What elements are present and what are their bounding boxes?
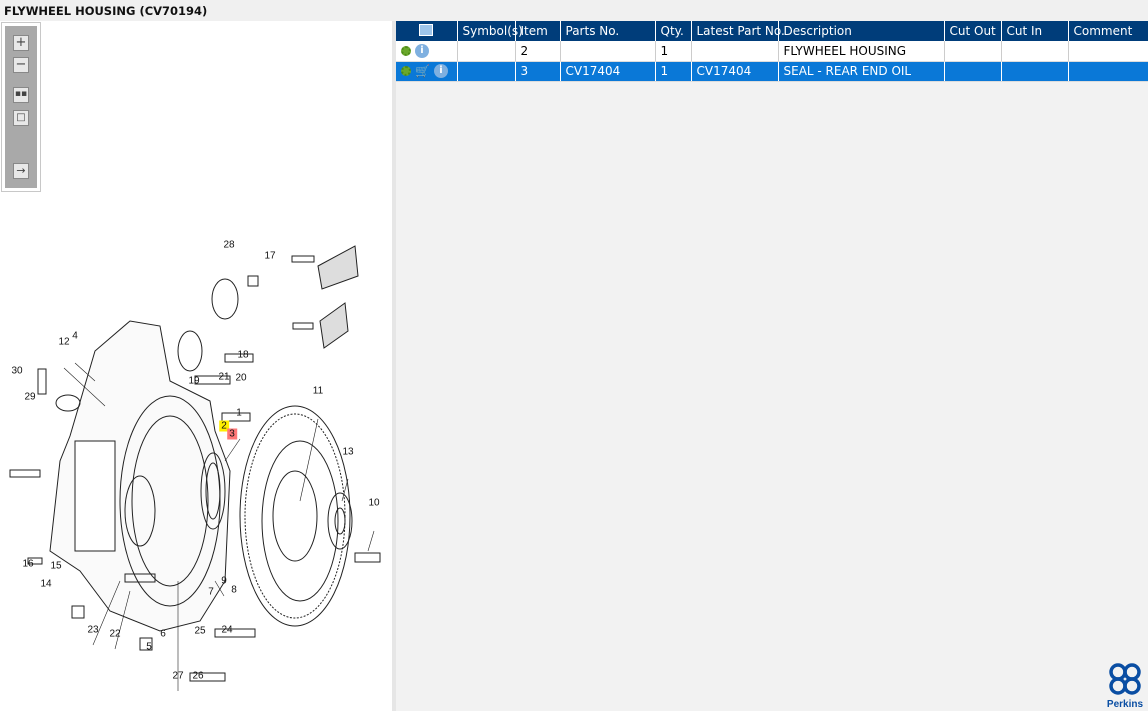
callout-21[interactable]: 21 — [218, 372, 229, 383]
callout-15[interactable]: 15 — [50, 561, 61, 572]
callout-4[interactable]: 4 — [72, 331, 78, 342]
cart-icon[interactable]: 🛒 — [415, 64, 430, 78]
cell-description: SEAL - REAR END OIL — [778, 61, 945, 82]
callout-28[interactable]: 28 — [223, 240, 234, 251]
perkins-logo: Perkins — [1105, 662, 1145, 710]
column-header[interactable]: Cut Out — [944, 21, 1002, 41]
callout-1[interactable]: 1 — [236, 408, 242, 419]
fit-all-button[interactable]: ▪▪ — [13, 87, 29, 103]
column-header-search[interactable] — [396, 21, 458, 41]
zoom-in-button[interactable]: + — [13, 35, 29, 51]
cell-cut-in — [1001, 41, 1069, 62]
info-icon[interactable]: i — [415, 44, 429, 58]
table-row[interactable]: i 2 1 FLYWHEEL HOUSING — [396, 41, 1148, 62]
cell-item: 2 — [515, 41, 561, 62]
column-header[interactable]: Latest Part No. — [691, 21, 785, 41]
callout-11[interactable]: 11 — [313, 386, 323, 397]
diagram-toolbar: + − ▪▪ □ → — [1, 22, 41, 192]
cell-latest — [691, 41, 779, 62]
callout-9[interactable]: 9 — [221, 576, 227, 587]
row-icons: i — [396, 41, 458, 62]
cell-description: FLYWHEEL HOUSING — [778, 41, 945, 62]
cell-cut-in — [1001, 61, 1069, 82]
callout-7[interactable]: 7 — [208, 587, 214, 598]
callout-16[interactable]: 16 — [22, 559, 33, 570]
callout-20[interactable]: 20 — [235, 373, 246, 384]
cell-item: 3 — [515, 61, 561, 82]
callout-29[interactable]: 29 — [24, 392, 35, 403]
column-header[interactable]: Qty. — [655, 21, 692, 41]
callout-14[interactable]: 14 — [40, 579, 51, 590]
cell-symbols — [457, 41, 516, 62]
cell-parts-no — [560, 41, 656, 62]
callout-24[interactable]: 24 — [221, 625, 232, 636]
table-row[interactable]: 🛒 i 3 CV17404 1 CV17404 SEAL - REAR END OIL — [396, 61, 1148, 82]
column-header[interactable]: Description — [778, 21, 945, 41]
column-header[interactable]: Item — [515, 21, 561, 41]
column-header[interactable]: Comment — [1068, 21, 1148, 41]
callout-10[interactable]: 10 — [368, 498, 379, 509]
logo-text: Perkins — [1106, 699, 1144, 710]
fit-window-button[interactable]: □ — [13, 110, 29, 126]
gear-icon[interactable] — [401, 66, 411, 77]
gear-icon[interactable] — [401, 46, 411, 56]
cell-qty: 1 — [655, 41, 692, 62]
callout-17[interactable]: 17 — [264, 251, 275, 262]
callout-26[interactable]: 26 — [192, 671, 203, 682]
callout-8[interactable]: 8 — [231, 585, 237, 596]
row-icons: 🛒 i — [396, 61, 458, 82]
callout-19[interactable]: 19 — [188, 376, 199, 387]
cell-latest: CV17404 — [691, 61, 779, 82]
cell-qty: 1 — [655, 61, 692, 82]
parts-list-pane: Symbol(s) Item Parts No. Qty. Latest Part No… — [396, 21, 1148, 711]
diagram-pane[interactable]: 28 17 1 2 4 30 29 18 19 21 20 11 1 2 3 13 10 16 15 14 9 7 8 23 2… — [0, 21, 392, 711]
cell-comment — [1068, 41, 1148, 62]
page-title: FLYWHEEL HOUSING (CV70194) — [0, 0, 1148, 21]
column-header[interactable]: Symbol(s) — [457, 21, 523, 41]
callout-22[interactable]: 22 — [109, 629, 120, 640]
cell-comment — [1068, 61, 1148, 82]
callout-30[interactable]: 30 — [11, 366, 22, 377]
callout-13[interactable]: 13 — [342, 447, 353, 458]
column-header[interactable]: Parts No. — [560, 21, 656, 41]
callout-3[interactable]: 3 — [227, 428, 237, 440]
callout-25[interactable]: 25 — [194, 626, 205, 637]
zoom-out-button[interactable]: − — [13, 57, 29, 73]
callout-12[interactable]: 12 — [58, 337, 69, 348]
callout-27[interactable]: 27 — [172, 671, 183, 682]
toggle-list-button[interactable]: → — [13, 163, 29, 179]
cell-symbols — [457, 61, 516, 82]
cell-parts-no: CV17404 — [560, 61, 656, 82]
search-list-icon[interactable] — [419, 23, 434, 36]
callout-23[interactable]: 23 — [87, 625, 98, 636]
parts-table: Symbol(s) Item Parts No. Qty. Latest Part No… — [396, 21, 1148, 82]
cell-cut-out — [944, 41, 1002, 62]
callout-6[interactable]: 6 — [160, 629, 166, 640]
exploded-parts-diagram — [9, 245, 381, 691]
cell-cut-out — [944, 61, 1002, 82]
callout-18[interactable]: 18 — [237, 350, 248, 361]
info-icon[interactable]: i — [433, 64, 448, 79]
callout-5[interactable]: 5 — [146, 642, 152, 653]
column-header[interactable]: Cut In — [1001, 21, 1069, 41]
